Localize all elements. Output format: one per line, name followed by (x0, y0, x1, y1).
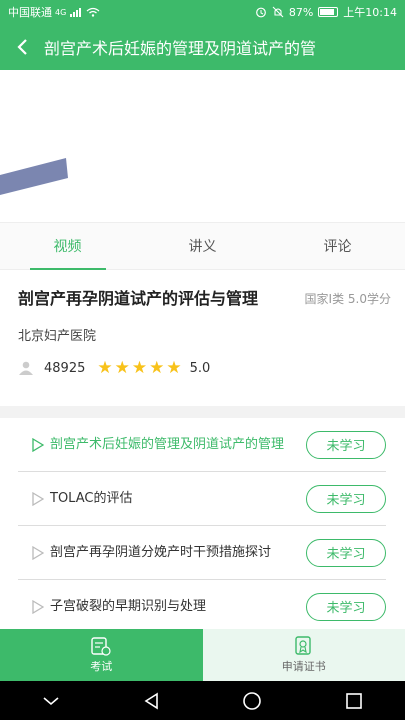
video-player[interactable] (0, 70, 405, 222)
list-item[interactable]: TOLAC的评估 未学习 (18, 472, 386, 526)
star-icon: ★ (114, 358, 130, 378)
back-arrow-icon (17, 39, 27, 55)
list-item[interactable]: 剖宫产再孕阴道分娩产时干预措施探讨 未学习 (18, 526, 386, 580)
play-icon (32, 437, 44, 452)
lesson-title: 子宫破裂的早期识别与处理 (50, 599, 207, 614)
star-icon: ★ (97, 358, 113, 378)
bottom-action-bar: 考试 申请证书 (0, 629, 405, 681)
star-icon: ★ (166, 358, 182, 378)
home-nav-icon[interactable] (242, 691, 262, 711)
section-divider (0, 406, 405, 418)
wifi-icon (86, 7, 100, 17)
star-icon: ★ (131, 358, 148, 378)
rating-value: 5.0 (189, 360, 211, 376)
status-button[interactable]: 未学习 (306, 592, 386, 621)
status-button[interactable]: 未学习 (306, 484, 386, 513)
play-icon (32, 545, 44, 560)
list-item[interactable]: 子宫破裂的早期识别与处理 未学习 (18, 580, 386, 634)
star-rating: ★ ★ ★ ★ ★ (97, 358, 181, 378)
battery-icon (318, 7, 339, 17)
lesson-list: 剖宫产术后妊娠的管理及阴道试产的管理 未学习 TOLAC的评估 未学习 剖宫产再… (18, 418, 386, 634)
carrier-label: 中国联通 (8, 6, 52, 19)
play-icon (32, 599, 44, 614)
signal-icon (70, 8, 82, 17)
battery-percent: 87% (288, 5, 314, 19)
video-frame-graphic (0, 158, 68, 195)
status-button[interactable]: 未学习 (306, 430, 386, 459)
mute-icon (272, 6, 284, 18)
back-button[interactable] (0, 24, 44, 70)
exam-icon (91, 637, 111, 656)
lesson-title: TOLAC的评估 (50, 491, 133, 506)
exam-label: 考试 (90, 660, 113, 673)
hospital-name: 北京妇产医院 (18, 329, 97, 344)
network-label: 4G (55, 7, 67, 17)
course-stats: 48925 ★ ★ ★ ★ ★ 5.0 (18, 358, 387, 378)
user-icon (19, 361, 33, 375)
certificate-icon (295, 636, 311, 655)
recents-nav-icon[interactable] (345, 692, 363, 710)
play-icon (32, 491, 44, 506)
exam-button[interactable]: 考试 (0, 629, 203, 681)
alarm-icon (255, 7, 266, 18)
system-nav-bar (0, 681, 405, 720)
course-info: 剖宫产再孕阴道试产的评估与管理 国家I类 5.0学分 北京妇产医院 48925 … (0, 270, 405, 406)
tab-handout[interactable]: 讲义 (135, 223, 270, 269)
tab-video[interactable]: 视频 (0, 223, 135, 270)
course-title: 剖宫产再孕阴道试产的评估与管理 (18, 289, 259, 308)
clock: 上午10:14 (343, 6, 397, 19)
page-title: 剖宫产术后妊娠的管理及阴道试产的管 (44, 39, 317, 58)
star-icon: ★ (149, 358, 165, 378)
lesson-title: 剖宫产再孕阴道分娩产时干预措施探讨 (50, 545, 272, 560)
hide-keyboard-icon[interactable] (42, 695, 60, 707)
view-count: 48925 (44, 360, 86, 376)
course-credit: 国家I类 5.0学分 (304, 292, 391, 306)
header: 剖宫产术后妊娠的管理及阴道试产的管 (0, 24, 405, 70)
tab-bar: 视频 讲义 评论 (0, 222, 405, 270)
tab-comments[interactable]: 评论 (270, 223, 405, 269)
apply-certificate-button[interactable]: 申请证书 (202, 629, 405, 681)
status-bar: 中国联通 4G 87% 上午10:14 (0, 0, 405, 24)
lesson-title: 剖宫产术后妊娠的管理及阴道试产的管理 (50, 437, 285, 452)
status-button[interactable]: 未学习 (306, 538, 386, 567)
back-nav-icon[interactable] (143, 692, 159, 710)
list-item[interactable]: 剖宫产术后妊娠的管理及阴道试产的管理 未学习 (18, 418, 386, 472)
certificate-label: 申请证书 (281, 660, 326, 673)
